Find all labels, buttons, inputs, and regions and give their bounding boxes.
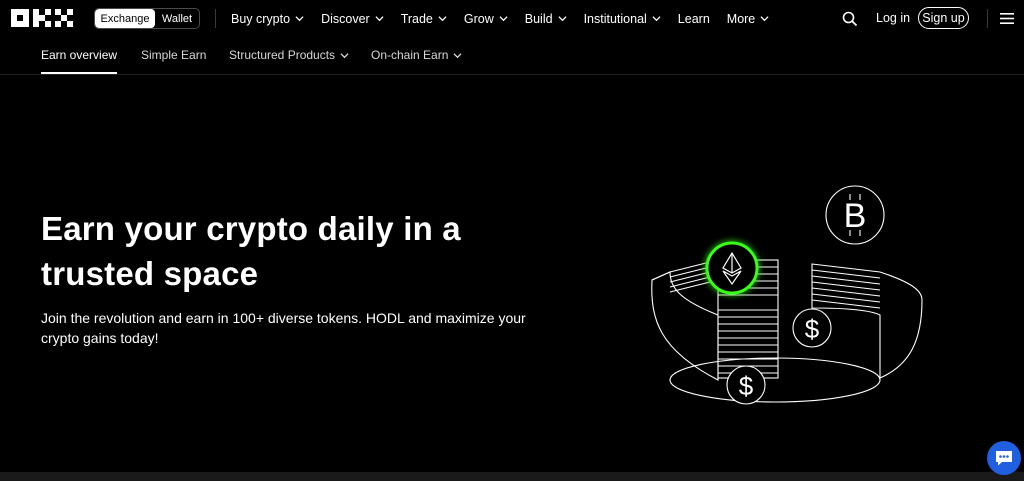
nav-label: Discover xyxy=(321,11,370,26)
nav-grow[interactable]: Grow xyxy=(464,12,508,26)
nav-learn[interactable]: Learn xyxy=(678,12,710,26)
subnav-label: Earn overview xyxy=(41,48,118,62)
svg-text:$: $ xyxy=(739,371,754,401)
chevron-down-icon xyxy=(295,16,304,22)
hero-subtitle-line: crypto gains today! xyxy=(41,330,159,346)
hero-title-line: Earn your crypto daily in a xyxy=(41,210,461,247)
nav-divider xyxy=(215,9,216,28)
active-tab-indicator xyxy=(41,72,117,74)
nav-label: Buy crypto xyxy=(231,11,291,26)
chat-button[interactable] xyxy=(987,441,1021,475)
subnav-label: Simple Earn xyxy=(141,48,207,62)
chevron-down-icon xyxy=(375,16,384,22)
svg-text:$: $ xyxy=(805,314,820,344)
nav-discover[interactable]: Discover xyxy=(321,12,384,26)
subnav-label: On-chain Earn xyxy=(371,48,449,62)
earn-illustration: B $ $ xyxy=(651,185,923,405)
subnav-structured-products[interactable]: Structured Products xyxy=(229,48,349,62)
top-navigation-bar: Exchange Wallet Buy crypto Discover Trad… xyxy=(0,0,1024,37)
wallet-tab[interactable]: Wallet xyxy=(155,9,199,28)
nav-label: More xyxy=(726,11,756,26)
hero-subtitle: Join the revolution and earn in 100+ div… xyxy=(41,308,561,348)
nav-label: Build xyxy=(524,11,553,26)
exchange-wallet-toggle: Exchange Wallet xyxy=(94,8,200,29)
nav-trade[interactable]: Trade xyxy=(401,12,447,26)
signup-button[interactable]: Sign up xyxy=(918,7,969,29)
svg-text:B: B xyxy=(844,197,867,235)
chevron-down-icon xyxy=(499,16,508,22)
nav-buy-crypto[interactable]: Buy crypto xyxy=(231,12,304,26)
subnav-onchain-earn[interactable]: On-chain Earn xyxy=(371,48,462,62)
nav-build[interactable]: Build xyxy=(525,12,567,26)
hamburger-menu-icon[interactable] xyxy=(1000,12,1014,25)
chevron-down-icon xyxy=(453,52,462,58)
nav-label: Trade xyxy=(400,11,433,26)
subnav-earn-overview[interactable]: Earn overview xyxy=(41,48,117,62)
main-nav: Buy crypto Discover Trade Grow Build Ins… xyxy=(231,0,786,37)
nav-label: Learn xyxy=(677,11,710,26)
hero-subtitle-line: Join the revolution and earn in 100+ div… xyxy=(41,310,526,326)
nav-label: Grow xyxy=(463,11,494,26)
chevron-down-icon xyxy=(760,16,769,22)
nav-more[interactable]: More xyxy=(727,12,769,26)
login-link[interactable]: Log in xyxy=(876,11,910,25)
chevron-down-icon xyxy=(558,16,567,22)
hero-title-line: trusted space xyxy=(41,255,259,292)
earn-subnav: Earn overview Simple Earn Structured Pro… xyxy=(0,37,1024,75)
chevron-down-icon xyxy=(652,16,661,22)
chevron-down-icon xyxy=(340,52,349,58)
chevron-down-icon xyxy=(438,16,447,22)
footer-strip xyxy=(0,472,1024,481)
okx-logo[interactable] xyxy=(11,9,73,27)
chat-icon xyxy=(996,451,1012,466)
search-icon[interactable] xyxy=(842,11,858,27)
subnav-label: Structured Products xyxy=(229,48,336,62)
nav-label: Institutional xyxy=(583,11,647,26)
subnav-simple-earn[interactable]: Simple Earn xyxy=(141,48,206,62)
header-divider xyxy=(987,9,988,28)
hero-title: Earn your crypto daily in a trusted spac… xyxy=(41,206,521,296)
exchange-tab[interactable]: Exchange xyxy=(95,9,155,28)
nav-institutional[interactable]: Institutional xyxy=(584,12,661,26)
